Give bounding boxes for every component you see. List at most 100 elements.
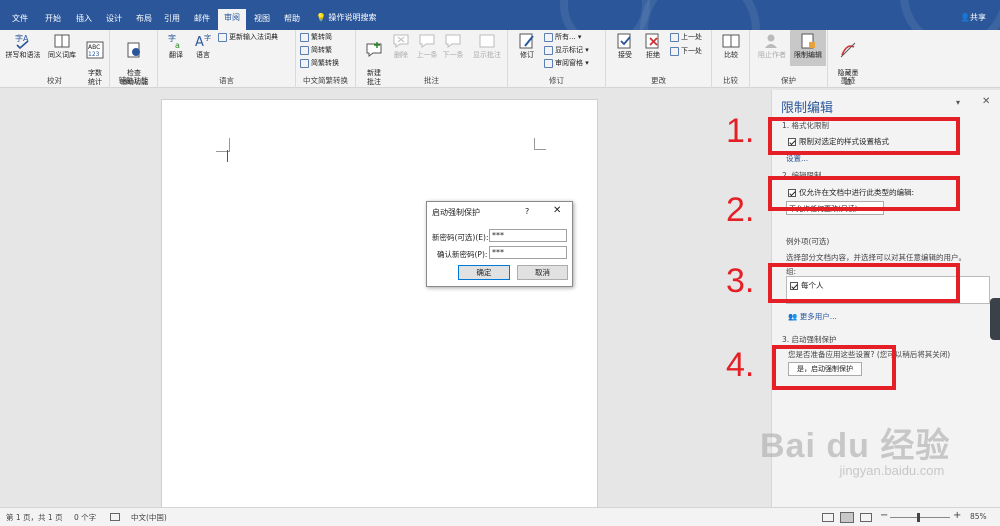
margin-corner-mark bbox=[534, 138, 546, 150]
svg-text:a: a bbox=[175, 41, 180, 50]
group-protect: 阻止作者 限制编辑 保护 bbox=[750, 30, 828, 88]
group-label: 墨迹 bbox=[840, 76, 856, 85]
accept-icon bbox=[617, 33, 631, 49]
reject-button[interactable]: 拒绝 bbox=[640, 32, 666, 60]
tab-help[interactable]: 帮助 bbox=[278, 10, 306, 30]
show-markup-button[interactable]: 显示标记 ▾ bbox=[544, 45, 589, 55]
side-handle[interactable] bbox=[990, 298, 1000, 340]
help-button[interactable]: ? bbox=[525, 207, 529, 216]
page-count[interactable]: 第 1 页，共 1 页 bbox=[6, 512, 63, 523]
person-icon: 👤 bbox=[960, 13, 970, 22]
group-chinese-conversion: 繁转简 简转繁 简繁转换 中文简繁转换 bbox=[296, 30, 356, 88]
thesaurus-button[interactable]: 同义词库 bbox=[44, 32, 80, 60]
block-authors-icon bbox=[765, 34, 777, 48]
word-count-icon: ABC123 bbox=[86, 41, 104, 59]
compare-button[interactable]: 比较 bbox=[716, 32, 746, 60]
annotation-number-4: 4. bbox=[726, 346, 755, 384]
word-count[interactable]: 0 个字 bbox=[74, 512, 96, 523]
delete-comment-icon bbox=[393, 34, 409, 48]
text-cursor bbox=[227, 150, 228, 162]
read-mode-icon[interactable] bbox=[822, 513, 834, 522]
tab-home[interactable]: 开始 bbox=[39, 10, 67, 30]
s2t-label: 简转繁 bbox=[311, 46, 332, 54]
restrict-editing-button[interactable]: 限制编辑 bbox=[790, 30, 826, 66]
zoom-slider-thumb[interactable] bbox=[917, 513, 920, 522]
simplified-to-traditional-button[interactable]: 简转繁 bbox=[300, 45, 332, 55]
spelling-label: 拼写和语法 bbox=[5, 51, 41, 59]
language-label: 语言 bbox=[196, 51, 210, 59]
tab-layout[interactable]: 布局 bbox=[130, 10, 158, 30]
update-ime-dictionary-button[interactable]: 更新输入法词典 bbox=[218, 32, 278, 42]
t2s-label: 繁转简 bbox=[311, 33, 332, 41]
next-comment-icon bbox=[445, 34, 461, 48]
previous-change-button[interactable]: 上一处 bbox=[670, 32, 702, 42]
language-icon: A字 bbox=[195, 33, 211, 50]
zoom-out-button[interactable]: − bbox=[880, 510, 888, 521]
convert-icon bbox=[300, 32, 309, 42]
svg-text:123: 123 bbox=[88, 51, 100, 58]
markup-icon bbox=[544, 32, 553, 42]
tab-mailings[interactable]: 邮件 bbox=[188, 10, 216, 30]
tab-design[interactable]: 设计 bbox=[100, 10, 128, 30]
group-ink: 隐藏墨 迹 墨迹 bbox=[828, 30, 868, 88]
zoom-level[interactable]: 85% bbox=[970, 512, 987, 521]
track-label: 修订 bbox=[520, 51, 534, 59]
print-layout-icon[interactable] bbox=[840, 512, 854, 523]
close-button[interactable]: ✕ bbox=[553, 205, 561, 216]
track-changes-button[interactable]: 修订 bbox=[512, 32, 542, 60]
show-comments-button[interactable]: 显示批注 bbox=[468, 32, 506, 60]
tab-insert[interactable]: 插入 bbox=[70, 10, 98, 30]
translate-label: 翻译 bbox=[169, 51, 183, 59]
track-changes-icon bbox=[519, 33, 534, 49]
tab-view[interactable]: 视图 bbox=[248, 10, 276, 30]
dictionary-icon bbox=[218, 32, 227, 42]
share-button[interactable]: 👤共享 bbox=[960, 12, 986, 23]
update-ime-label: 更新输入法词典 bbox=[229, 33, 278, 41]
web-layout-icon[interactable] bbox=[860, 513, 872, 522]
restrict-editing-icon bbox=[801, 33, 815, 49]
group-label: 更改 bbox=[651, 76, 666, 85]
tab-review[interactable]: 审阅 bbox=[218, 9, 246, 30]
previous-comment-button[interactable]: 上一条 bbox=[414, 32, 440, 60]
traditional-to-simplified-button[interactable]: 繁转简 bbox=[300, 32, 332, 42]
ok-button[interactable]: 确定 bbox=[458, 265, 510, 280]
cancel-button[interactable]: 取消 bbox=[517, 265, 568, 280]
markup-value: 所有... bbox=[555, 33, 576, 41]
proofing-status-icon[interactable] bbox=[110, 513, 120, 521]
accept-button[interactable]: 接受 bbox=[612, 32, 638, 60]
next-change-icon bbox=[670, 46, 679, 56]
tab-references[interactable]: 引用 bbox=[158, 10, 186, 30]
next-change-button[interactable]: 下一处 bbox=[670, 46, 702, 56]
next-comment-button[interactable]: 下一条 bbox=[440, 32, 466, 60]
markup-select[interactable]: 所有... ▾ bbox=[544, 32, 581, 42]
spelling-button[interactable]: 字A 拼写和语法 bbox=[4, 32, 42, 60]
confirm-password-input[interactable]: *** bbox=[489, 246, 567, 259]
document-page[interactable] bbox=[161, 99, 598, 526]
show-comments-icon bbox=[479, 34, 495, 48]
group-language: 字a 翻译 A字 语言 更新输入法词典 语言 bbox=[158, 30, 296, 88]
pane-options-icon[interactable]: ▾ bbox=[956, 98, 960, 107]
language-status[interactable]: 中文(中国) bbox=[131, 512, 167, 523]
block-authors-button[interactable]: 阻止作者 bbox=[754, 32, 790, 60]
delete-comment-button[interactable]: 删除 bbox=[388, 32, 414, 60]
chinese-conversion-button[interactable]: 简繁转换 bbox=[300, 58, 339, 68]
compare-label: 比较 bbox=[724, 51, 738, 59]
pane-close-icon[interactable]: ✕ bbox=[982, 96, 990, 107]
annotation-number-1: 1. bbox=[726, 112, 755, 150]
more-users-link[interactable]: 👥 更多用户... bbox=[788, 311, 837, 322]
tell-me-search[interactable]: 💡 操作说明搜索 bbox=[316, 12, 377, 23]
zoom-in-button[interactable]: + bbox=[953, 510, 961, 521]
group-accessibility: 检查 辅助功能 辅助功能 bbox=[110, 30, 158, 88]
translate-button[interactable]: 字a 翻译 bbox=[162, 32, 190, 60]
zoom-slider[interactable] bbox=[890, 517, 950, 518]
language-button[interactable]: A字 语言 bbox=[190, 32, 216, 60]
next-change-label: 下一处 bbox=[681, 47, 702, 55]
reviewing-pane-button[interactable]: 审阅窗格 ▾ bbox=[544, 58, 589, 68]
previous-change-label: 上一处 bbox=[681, 33, 702, 41]
svg-text:ABC: ABC bbox=[88, 44, 100, 51]
more-users-label: 更多用户... bbox=[799, 312, 837, 321]
tab-file[interactable]: 文件 bbox=[6, 10, 34, 30]
new-password-input[interactable]: *** bbox=[489, 229, 567, 242]
annotation-number-3: 3. bbox=[726, 262, 755, 300]
new-password-label: 新密码(可选)(E): bbox=[432, 233, 489, 242]
